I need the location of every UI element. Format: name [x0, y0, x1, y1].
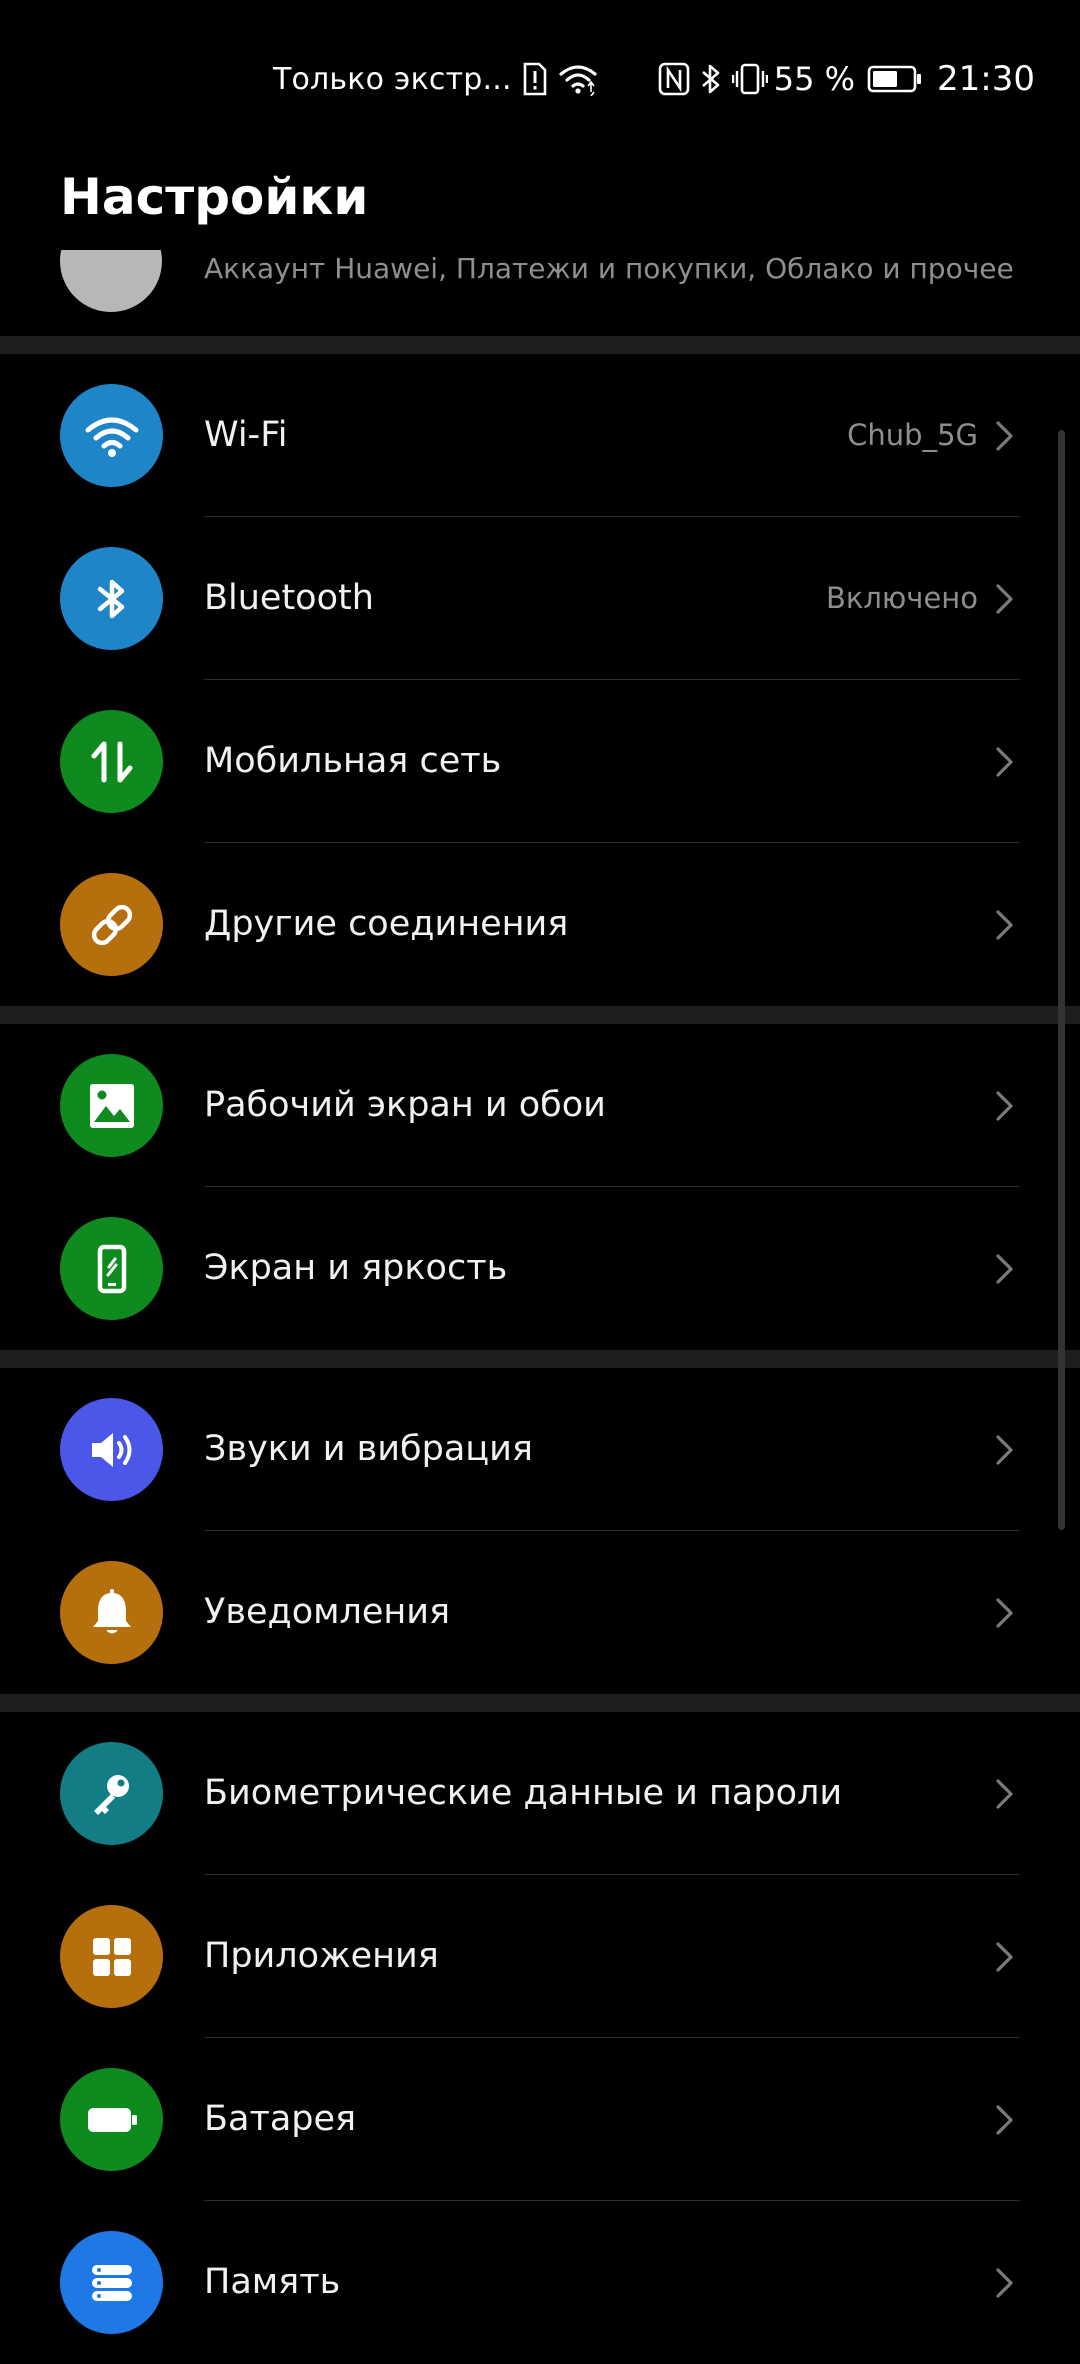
mobile-data-icon	[60, 710, 163, 813]
battery-percent: 55 %	[773, 60, 856, 98]
sim-alert-icon	[522, 59, 548, 99]
setting-label: Другие соединения	[204, 904, 569, 944]
setting-label: Wi-Fi	[204, 415, 288, 455]
bluetooth-status-icon	[700, 59, 722, 99]
setting-row-notifications[interactable]: Уведомления	[0, 1531, 1080, 1694]
display-icon	[60, 1217, 163, 1320]
chevron-right-icon	[996, 1254, 1013, 1284]
setting-label: Экран и яркость	[204, 1248, 508, 1288]
chevron-right-icon	[996, 2268, 1013, 2298]
chevron-right-icon	[996, 584, 1013, 614]
setting-row-mobile-network[interactable]: Мобильная сеть	[0, 680, 1080, 843]
section-divider	[0, 1694, 1080, 1712]
setting-label: Рабочий экран и обои	[204, 1085, 606, 1125]
speaker-icon	[60, 1398, 163, 1501]
setting-row-home-screen[interactable]: Рабочий экран и обои	[0, 1024, 1080, 1187]
chevron-right-icon	[996, 1091, 1013, 1121]
wifi-icon	[60, 384, 163, 487]
setting-label: Звуки и вибрация	[204, 1429, 533, 1469]
chevron-right-icon	[996, 1435, 1013, 1465]
chevron-right-icon	[996, 910, 1013, 940]
setting-value: Включено	[825, 581, 978, 615]
battery-icon	[60, 2068, 163, 2171]
setting-label: Мобильная сеть	[204, 741, 502, 781]
account-row[interactable]: Аккаунт Huawei, Платежи и покупки, Облак…	[0, 250, 1080, 336]
storage-icon	[60, 2231, 163, 2334]
chevron-right-icon	[996, 2105, 1013, 2135]
battery-status-icon	[867, 59, 923, 99]
key-icon	[60, 1742, 163, 1845]
bell-icon	[60, 1561, 163, 1664]
chevron-right-icon	[996, 421, 1013, 451]
setting-label: Уведомления	[204, 1592, 451, 1632]
setting-row-bluetooth[interactable]: Bluetooth Включено	[0, 517, 1080, 680]
section-divider	[0, 336, 1080, 354]
setting-label: Батарея	[204, 2099, 357, 2139]
section-divider	[0, 1006, 1080, 1024]
setting-row-sounds[interactable]: Звуки и вибрация	[0, 1368, 1080, 1531]
vibrate-icon	[731, 59, 768, 99]
section-divider	[0, 1350, 1080, 1368]
chevron-right-icon	[996, 1598, 1013, 1628]
link-icon	[60, 873, 163, 976]
setting-row-battery[interactable]: Батарея	[0, 2038, 1080, 2201]
bluetooth-icon	[60, 547, 163, 650]
apps-grid-icon	[60, 1905, 163, 2008]
scrollbar[interactable]	[1058, 430, 1065, 1530]
setting-row-other-connections[interactable]: Другие соединения	[0, 843, 1080, 1006]
account-subtitle: Аккаунт Huawei, Платежи и покупки, Облак…	[204, 252, 1014, 285]
setting-row-biometrics[interactable]: Биометрические данные и пароли	[0, 1712, 1080, 1875]
wallpaper-icon	[60, 1054, 163, 1157]
carrier-label: Только экстр...	[272, 61, 512, 97]
chevron-right-icon	[996, 1942, 1013, 1972]
status-bar: Только экстр... 55 % 21:30	[0, 0, 1080, 150]
setting-label: Приложения	[204, 1936, 439, 1976]
setting-row-wifi[interactable]: Wi-Fi Chub_5G	[0, 354, 1080, 517]
nfc-icon	[658, 59, 690, 99]
page-title: Настройки	[60, 168, 369, 226]
setting-label: Bluetooth	[204, 578, 374, 618]
chevron-right-icon	[996, 1779, 1013, 1809]
setting-label: Биометрические данные и пароли	[204, 1773, 843, 1813]
avatar	[60, 250, 162, 312]
chevron-right-icon	[996, 747, 1013, 777]
clock: 21:30	[937, 59, 1035, 99]
setting-row-display[interactable]: Экран и яркость	[0, 1187, 1080, 1350]
setting-row-apps[interactable]: Приложения	[0, 1875, 1080, 2038]
wifi-status-icon	[558, 59, 598, 99]
setting-value: Chub_5G	[847, 418, 978, 452]
